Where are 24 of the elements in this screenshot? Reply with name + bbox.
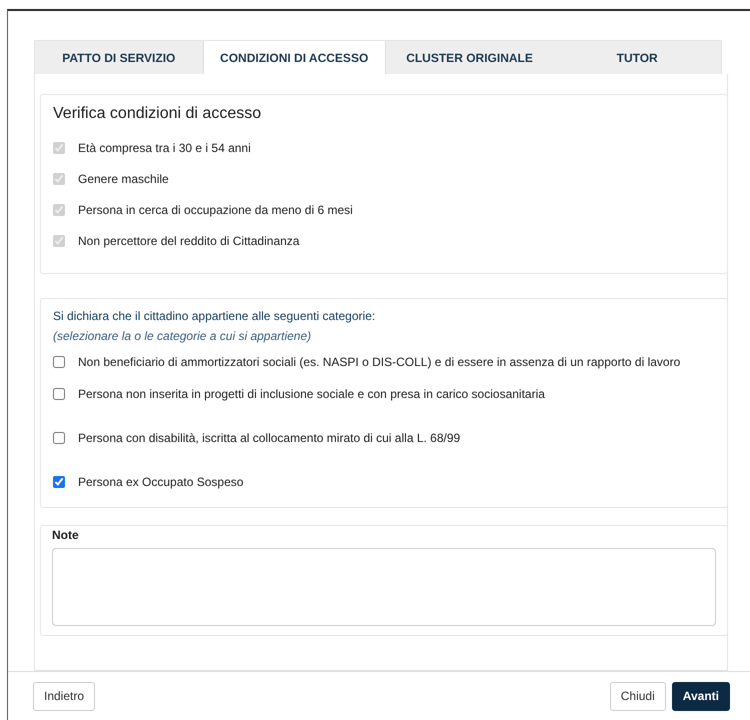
checkbox[interactable]: [53, 432, 65, 444]
checkbox-label: Non beneficiario di ammortizzatori sociali (es. NASPI o DIS-COLL) e di essere in assenza di un rapporto di lavoro: [78, 355, 680, 369]
section-title: Verifica condizioni di accesso: [53, 105, 262, 123]
checkbox-label: Età compresa tra i 30 e i 54 anni: [78, 141, 251, 155]
tab[interactable]: PATTO DI SERVIZIO: [35, 41, 203, 74]
hint-text: (selezionare la o le categorie a cui si appartiene): [53, 329, 312, 343]
checkbox-label: Persona ex Occupato Sospeso: [78, 475, 244, 489]
tab[interactable]: CLUSTER ORIGINALE: [386, 41, 554, 74]
tab[interactable]: CONDIZIONI DI ACCESSO: [202, 41, 386, 74]
field-label: Note: [52, 528, 80, 542]
next-button[interactable]: Avanti: [672, 682, 730, 710]
tab[interactable]: TUTOR: [553, 41, 721, 74]
checkbox-label: Non percettore del reddito di Cittadinanza: [78, 234, 300, 248]
section-title: Si dichiara che il cittadino appartiene alle seguenti categorie:: [53, 309, 376, 323]
note-field[interactable]: [52, 548, 716, 626]
checkbox-label: Genere maschile: [78, 172, 169, 186]
checkbox[interactable]: [53, 388, 65, 400]
back-button[interactable]: Indietro: [33, 682, 96, 710]
close-button[interactable]: Chiudi: [610, 682, 666, 710]
checkbox-label: Persona non inserita in progetti di inclusione sociale e con presa in carico sociosanitaria: [78, 387, 545, 401]
checkbox[interactable]: [53, 476, 65, 488]
checkbox[interactable]: [53, 356, 65, 368]
checkbox-label: Persona in cerca di occupazione da meno di 6 mesi: [78, 203, 353, 217]
checkbox-label: Persona con disabilità, iscritta al collocamento mirato di cui alla L. 68/99: [78, 431, 460, 445]
